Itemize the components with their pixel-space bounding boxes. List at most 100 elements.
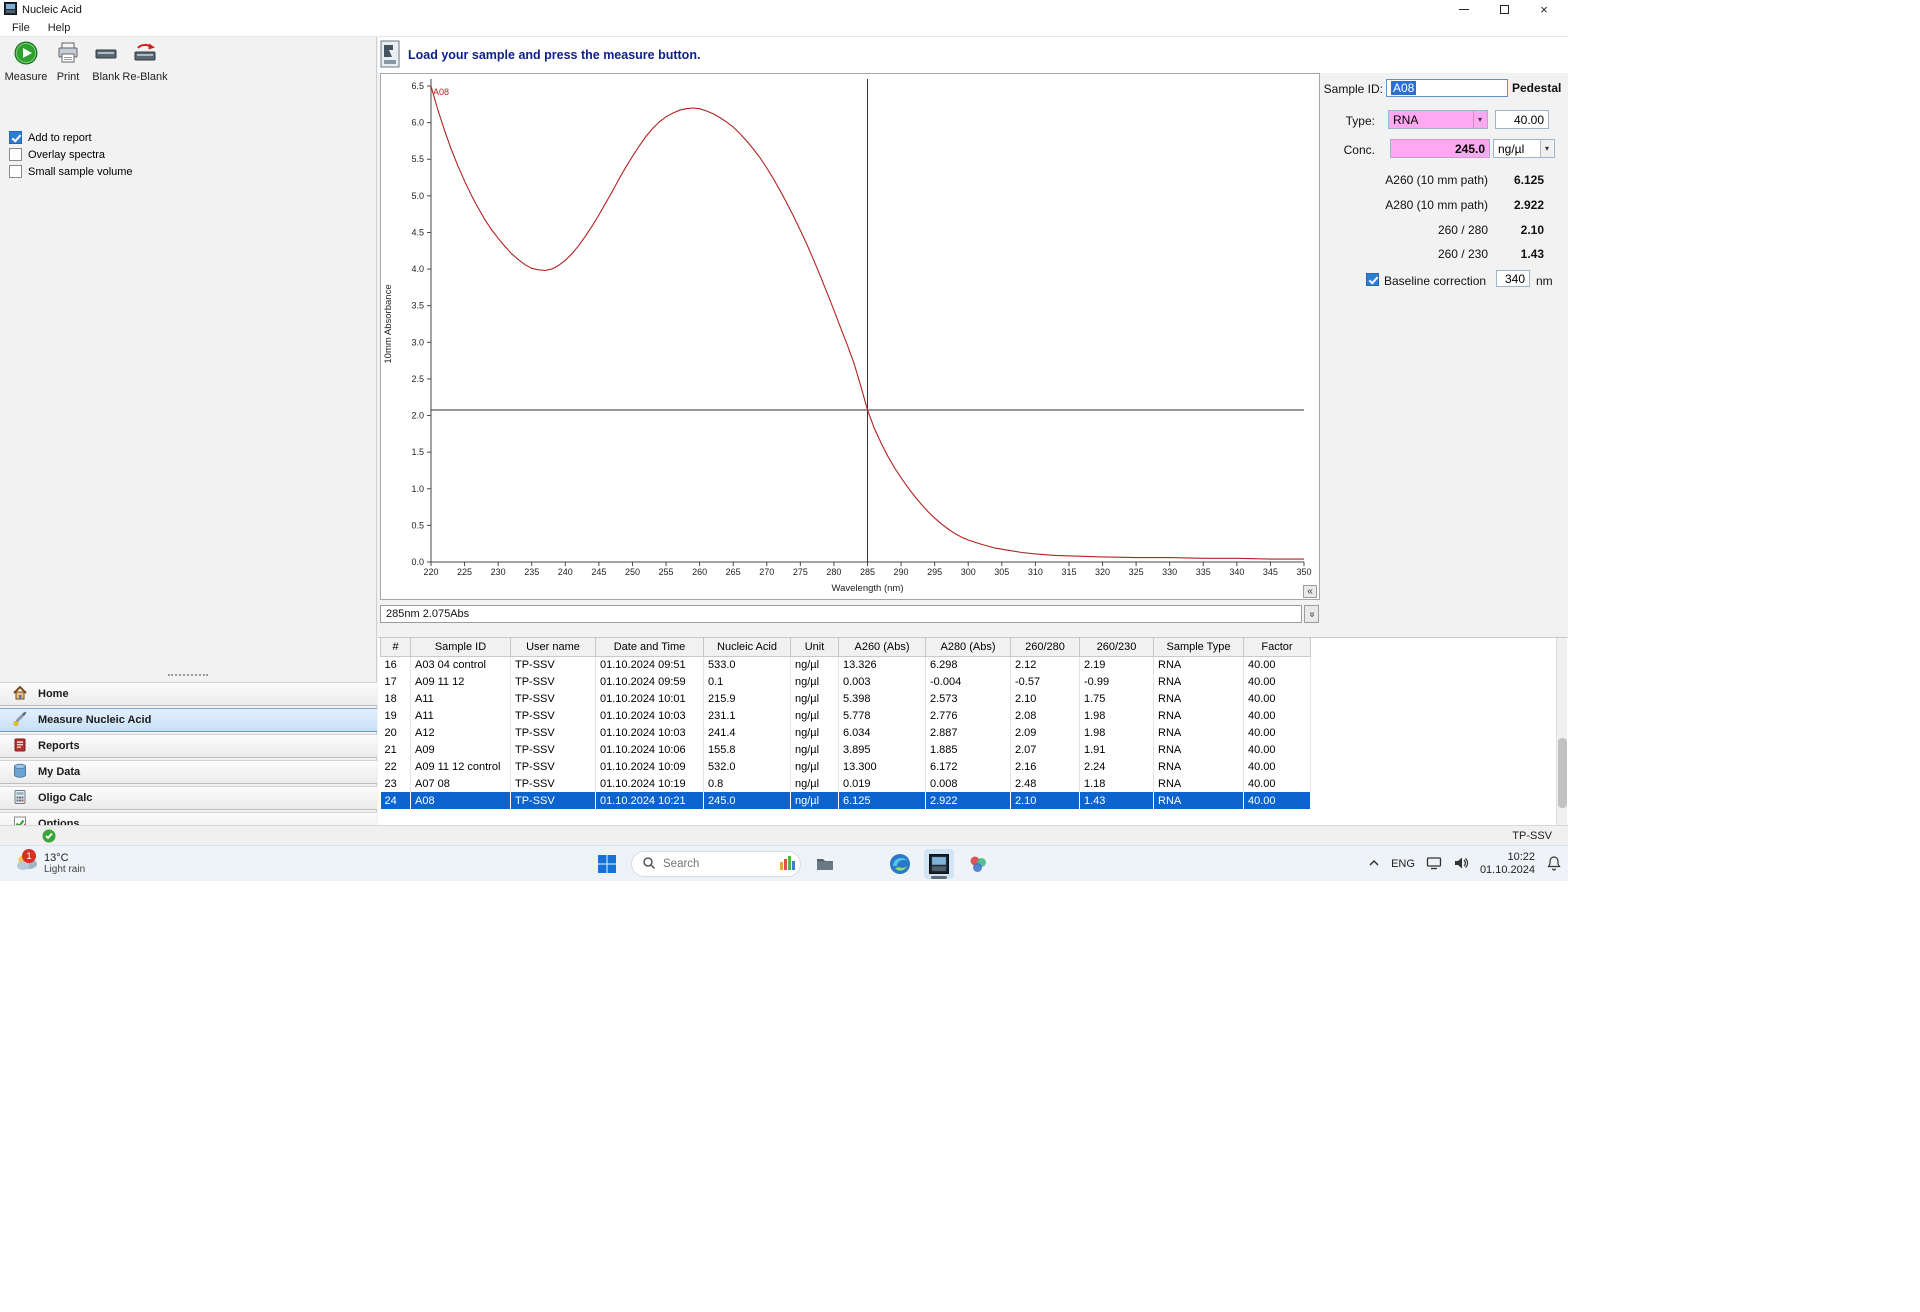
sidebar-item-reports[interactable]: Reports [0,734,377,758]
svg-text:280: 280 [826,567,841,577]
conc-value-field[interactable]: 245.0 [1390,139,1490,158]
ratio-260-280-label: 260 / 280 [1437,223,1488,237]
svg-text:1.0: 1.0 [411,484,424,494]
splitter-handle[interactable] [168,674,208,678]
blank-button[interactable]: Blank [86,40,126,83]
results-table-body: 16 A03 04 control TP-SSV 01.10.2024 09:51 53… [380,656,1311,809]
menu-help[interactable]: Help [48,22,71,34]
svg-text:225: 225 [457,567,472,577]
maximize-button[interactable] [1484,0,1524,19]
type-select[interactable]: RNA ▾ [1388,110,1488,129]
ratio-260-280-value: 2.10 [1520,223,1544,237]
small-sample-volume-option[interactable]: Small sample volume [9,165,133,178]
edge-browser-button[interactable] [885,849,915,879]
sidebar-item-oligo-calc[interactable]: Oligo Calc [0,786,377,810]
taskbar-search[interactable] [631,851,801,877]
svg-text:230: 230 [491,567,506,577]
language-indicator[interactable]: ENG [1391,858,1415,870]
close-button[interactable]: × [1524,0,1564,19]
column-header[interactable]: Factor [1243,638,1311,657]
sample-id-input[interactable]: A08 [1386,79,1508,97]
column-header[interactable]: Date and Time [595,638,704,657]
window-title: Nucleic Acid [22,3,82,16]
column-header[interactable]: Sample ID [410,638,511,657]
sidebar-item-home[interactable]: Home [0,682,377,706]
weather-widget[interactable]: 1 13°C Light rain [8,848,91,880]
svg-text:350: 350 [1296,567,1311,577]
utility-app-icon [970,856,986,872]
system-tray: ENG 10:22 01.10.2024 [1368,848,1562,880]
spectrum-svg[interactable]: 220 225 230 235 240 245 250 255 260 265 270 275 280 2… [381,74,1319,599]
table-row[interactable]: 19 A11 TP-SSV 01.10.2024 10:03 231.1 ng/µl 5.7… [380,707,1311,724]
windows-logo-icon [598,855,616,873]
measure-button[interactable]: Measure [5,40,47,83]
search-highlights-icon [778,854,796,875]
volume-icon[interactable] [1453,855,1469,874]
notifications-bell-icon[interactable] [1546,855,1562,874]
column-header[interactable]: A260 (Abs) [838,638,926,657]
table-row[interactable]: 24 A08 TP-SSV 01.10.2024 10:21 245.0 ng/µl 6.1… [380,792,1311,809]
column-header[interactable]: Sample Type [1153,638,1244,657]
start-button[interactable] [592,849,622,879]
spectrum-chart-panel: 220 225 230 235 240 245 250 255 260 265 270 275 280 2… [380,73,1320,600]
svg-text:3.5: 3.5 [411,301,424,311]
search-input[interactable] [663,858,771,870]
y-axis-label: 10mm Absorbance [383,284,394,363]
sidebar-item-measure-nucleic-acid[interactable]: Measure Nucleic Acid [0,708,377,732]
svg-text:6.0: 6.0 [411,118,424,128]
small-sample-volume-checkbox[interactable] [9,165,22,178]
table-scrollbar[interactable] [1556,638,1567,826]
chevron-down-icon: ▾ [1540,140,1553,157]
column-header[interactable]: 260/230 [1079,638,1154,657]
nucleic-acid-app-button[interactable] [924,849,954,879]
titlebar: Nucleic Acid × [0,0,1568,19]
table-row[interactable]: 16 A03 04 control TP-SSV 01.10.2024 09:51 53… [380,656,1311,673]
add-to-report-option[interactable]: Add to report [9,131,92,144]
svg-text:235: 235 [524,567,539,577]
column-header[interactable]: Nucleic Acid [703,638,791,657]
svg-text:2.0: 2.0 [411,411,424,421]
mode-label: Pedestal [1512,81,1562,95]
table-row[interactable]: 23 A07 08 TP-SSV 01.10.2024 10:19 0.8 ng/µl 0.… [380,775,1311,792]
collapse-panel-button[interactable]: « [1303,585,1317,598]
conc-unit-select[interactable]: ng/µl ▾ [1493,139,1555,158]
sample-id-label: Sample ID: [1323,82,1383,96]
type-factor-field[interactable]: 40.00 [1495,110,1549,129]
table-row[interactable]: 18 A11 TP-SSV 01.10.2024 10:01 215.9 ng/µl 5.3… [380,690,1311,707]
overlay-spectra-checkbox[interactable] [9,148,22,161]
column-header[interactable]: Unit [790,638,839,657]
home-icon [12,685,28,704]
utility-app-button[interactable] [963,849,993,879]
print-button[interactable]: Print [48,40,88,83]
sample-id-value: A08 [1391,81,1417,95]
baseline-correction-checkbox[interactable] [1366,273,1379,286]
reblank-button[interactable]: Re-Blank [122,40,168,83]
chevron-down-icon: ▾ [1473,111,1486,128]
collapse-readout-button[interactable]: « [1304,605,1319,623]
column-header[interactable]: User name [510,638,596,657]
column-header[interactable]: A280 (Abs) [925,638,1011,657]
column-header[interactable]: 260/280 [1010,638,1080,657]
svg-text:0.5: 0.5 [411,520,424,530]
scrollbar-thumb[interactable] [1558,738,1567,808]
table-row[interactable]: 20 A12 TP-SSV 01.10.2024 10:03 241.4 ng/µl 6.0… [380,724,1311,741]
calculator-icon [12,789,28,808]
baseline-unit-label: nm [1536,274,1553,288]
svg-text:285: 285 [860,567,875,577]
a260-label: A260 (10 mm path) [1385,173,1488,187]
add-to-report-checkbox[interactable] [9,131,22,144]
baseline-wavelength-input[interactable]: 340 [1496,270,1530,287]
weather-desc: Light rain [44,864,86,875]
menu-file[interactable]: File [12,22,30,34]
tray-chevron-up-icon[interactable] [1368,857,1380,872]
cast-display-icon[interactable] [1426,855,1442,874]
minimize-button[interactable] [1444,0,1484,19]
overlay-spectra-option[interactable]: Overlay spectra [9,148,105,161]
sidebar-item-my-data[interactable]: My Data [0,760,377,784]
file-explorer-button[interactable] [810,849,840,879]
table-row[interactable]: 21 A09 TP-SSV 01.10.2024 10:06 155.8 ng/µl 3.8… [380,741,1311,758]
column-header[interactable]: # [380,638,411,657]
table-row[interactable]: 17 A09 11 12 TP-SSV 01.10.2024 09:59 0.1 ng/µ… [380,673,1311,690]
table-row[interactable]: 22 A09 11 12 control TP-SSV 01.10.2024 10:0… [380,758,1311,775]
taskbar-clock[interactable]: 10:22 01.10.2024 [1480,851,1535,877]
